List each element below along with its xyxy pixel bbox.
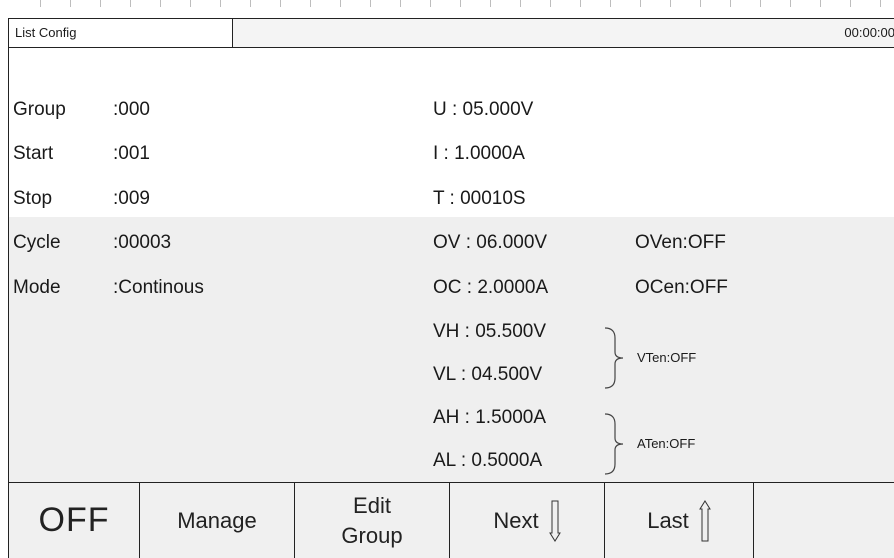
manage-button[interactable]: Manage [140, 483, 295, 558]
last-label: Last [647, 507, 689, 533]
down-arrow-icon [548, 500, 561, 542]
clock-readout: 00:00:00 [844, 25, 894, 40]
next-label: Next [493, 507, 539, 533]
output-off-label: OFF [38, 501, 110, 539]
cycle-value[interactable]: :00003 [113, 231, 171, 255]
output-off-button[interactable]: OFF [9, 483, 140, 558]
next-button[interactable]: Next [450, 483, 605, 558]
oc-enable[interactable]: OCen:OFF [635, 276, 728, 300]
at-brace-icon [604, 413, 624, 475]
stop-label: Stop [13, 188, 53, 209]
mode-value[interactable]: :Continous [113, 276, 204, 300]
last-button[interactable]: Last [605, 483, 754, 558]
ah-setting[interactable]: AH : 1.5000A [433, 406, 546, 430]
start-label: Start [13, 143, 54, 164]
device-screen: List Config 00:00:00 Group :000 Start :0… [8, 18, 894, 558]
ov-enable[interactable]: OVen:OFF [635, 231, 726, 255]
cycle-label: Cycle [13, 232, 61, 253]
oc-setting[interactable]: OC : 2.0000A [433, 276, 548, 300]
manage-label: Manage [177, 507, 257, 533]
function-key-bar: OFF Manage Edit Group Next Last [9, 483, 894, 558]
vt-enable[interactable]: VTen:OFF [637, 350, 696, 366]
start-value[interactable]: :001 [113, 142, 150, 166]
current-setting[interactable]: I : 1.0000A [433, 142, 525, 166]
title-bar: List Config 00:00:00 [9, 19, 894, 48]
list-config-panel: Group :000 Start :001 Stop :009 Cycle :0… [9, 48, 894, 483]
vl-setting[interactable]: VL : 04.500V [433, 363, 542, 387]
stop-value[interactable]: :009 [113, 187, 150, 211]
ov-setting[interactable]: OV : 06.000V [433, 231, 547, 255]
group-label: Group [13, 99, 66, 120]
edit-group-label-line2: Group [341, 522, 403, 548]
top-ruler [0, 0, 894, 10]
at-enable[interactable]: ATen:OFF [637, 436, 695, 452]
edit-group-label-line1: Edit [353, 492, 391, 518]
vt-brace-icon [604, 327, 624, 389]
vh-setting[interactable]: VH : 05.500V [433, 320, 546, 344]
al-setting[interactable]: AL : 0.5000A [433, 449, 542, 473]
edit-group-button[interactable]: Edit Group [295, 483, 450, 558]
group-value[interactable]: :000 [113, 98, 150, 122]
up-arrow-icon [698, 499, 711, 541]
mode-label: Mode [13, 277, 61, 298]
screen-title: List Config [9, 19, 233, 47]
time-setting[interactable]: T : 00010S [433, 187, 526, 211]
voltage-setting[interactable]: U : 05.000V [433, 98, 533, 122]
